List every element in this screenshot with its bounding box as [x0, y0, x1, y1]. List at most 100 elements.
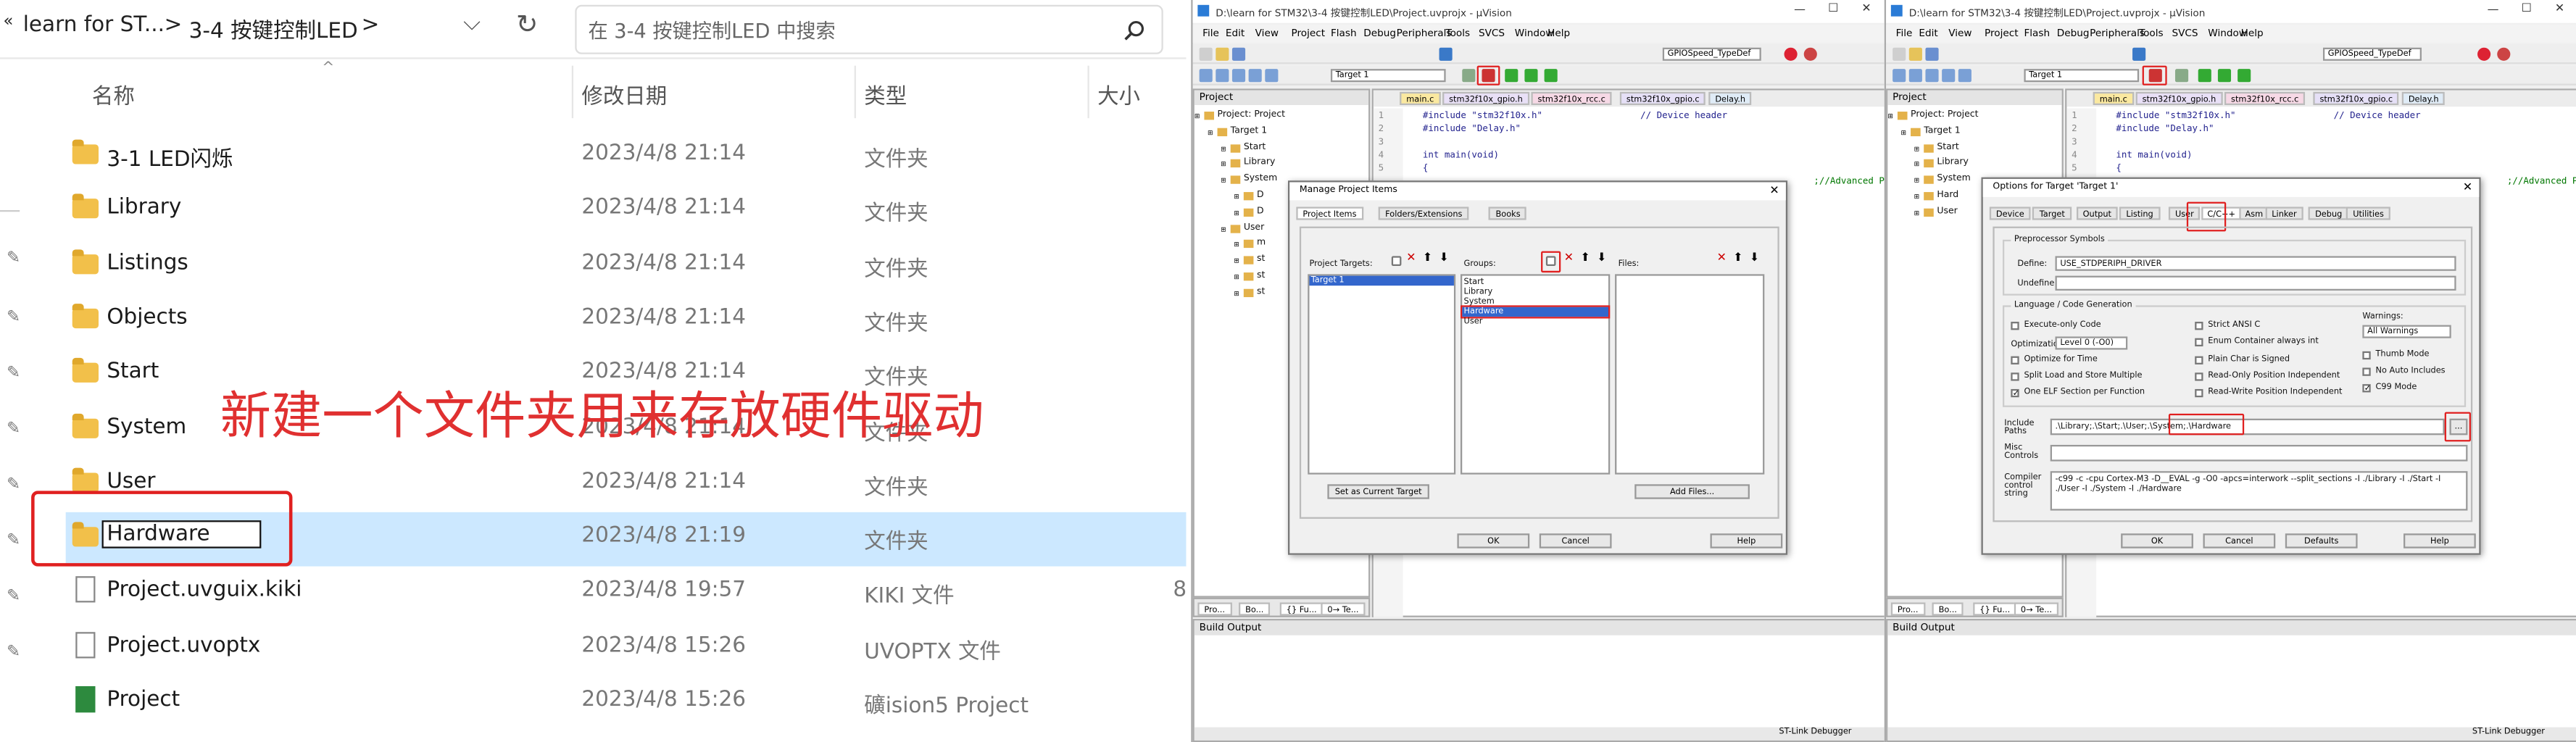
menu-item[interactable]: Peripherals: [1397, 28, 1452, 40]
move-down-icon[interactable]: ⬇: [1597, 251, 1606, 264]
delete-icon[interactable]: ✕: [1406, 251, 1416, 264]
files-list[interactable]: [1615, 274, 1765, 475]
menu-item[interactable]: Debug: [1363, 28, 1396, 40]
pane-tab[interactable]: Bo...: [1239, 602, 1271, 616]
undefine-input[interactable]: [2055, 275, 2456, 291]
move-up-icon[interactable]: ⬆: [1423, 251, 1432, 264]
select-packs-icon[interactable]: [1505, 69, 1518, 83]
checkbox[interactable]: [2011, 372, 2019, 381]
tree-item[interactable]: Library: [1937, 158, 1969, 168]
save-icon[interactable]: [1925, 47, 1939, 61]
expand-icon[interactable]: ⊞: [1221, 160, 1226, 168]
rte-icon[interactable]: [1544, 69, 1558, 83]
menu-item[interactable]: SVCS: [2172, 28, 2198, 40]
tree-item[interactable]: Start: [1937, 142, 1958, 152]
column-header-size[interactable]: 大小: [1097, 79, 1140, 110]
pin-icon[interactable]: ✎: [7, 643, 20, 662]
defaults-button[interactable]: Defaults: [2285, 533, 2358, 549]
open-file-icon[interactable]: [1908, 47, 1922, 61]
tree-item[interactable]: System: [1244, 175, 1278, 185]
tree-item[interactable]: Target 1: [1924, 126, 1960, 136]
checkbox[interactable]: [2195, 322, 2203, 330]
dialog-tab[interactable]: Device: [1989, 207, 2031, 220]
tree-item[interactable]: D: [1257, 191, 1264, 201]
dialog-tab[interactable]: Output: [2076, 207, 2119, 220]
menu-item[interactable]: View: [1255, 28, 1279, 40]
tree-item[interactable]: st: [1257, 271, 1265, 281]
pin-icon[interactable]: ✎: [7, 309, 20, 327]
column-divider[interactable]: [571, 65, 574, 119]
breakpoint-icon[interactable]: [1803, 47, 1817, 61]
optimization-select[interactable]: Level 0 (-O0): [2055, 336, 2128, 350]
set-current-target-button[interactable]: Set as Current Target: [1327, 484, 1429, 499]
list-item[interactable]: User: [1462, 317, 1608, 327]
menu-item[interactable]: Help: [2241, 28, 2264, 40]
pane-tab[interactable]: 0→ Te...: [2014, 602, 2059, 616]
list-item[interactable]: Hardware: [1461, 305, 1611, 319]
menu-item[interactable]: Project: [1985, 28, 2019, 40]
expand-icon[interactable]: ⊞: [1887, 112, 1893, 120]
target-options-icon[interactable]: [1462, 69, 1476, 83]
editor-tab[interactable]: stm32f10x_gpio.c: [2313, 91, 2400, 105]
expand-icon[interactable]: ⊞: [1234, 192, 1239, 200]
debug-icon[interactable]: [1784, 47, 1798, 61]
editor-tab[interactable]: stm32f10x_gpio.h: [2135, 91, 2223, 105]
checkbox[interactable]: ✓: [2011, 388, 2019, 398]
list-item[interactable]: Project.uvoptx 2023/4/8 15:26 UVOPTX 文件: [66, 622, 1187, 676]
breadcrumb-overflow[interactable]: «: [4, 13, 14, 31]
maximize-icon[interactable]: ☐: [2522, 1, 2532, 14]
groups-list[interactable]: Start Library System Hardware User: [1461, 274, 1611, 475]
delete-icon[interactable]: ✕: [1717, 251, 1727, 264]
tree-item[interactable]: m: [1257, 238, 1266, 249]
pin-icon[interactable]: ✎: [7, 588, 20, 606]
download-icon[interactable]: [1265, 69, 1279, 83]
tree-item[interactable]: System: [1937, 175, 1971, 185]
refresh-icon[interactable]: ↻: [516, 8, 538, 39]
expand-icon[interactable]: ⊞: [1221, 176, 1226, 184]
ok-button[interactable]: OK: [1457, 533, 1530, 549]
code-line[interactable]: #include "Delay.h": [1423, 125, 1521, 135]
breadcrumb-folder-current[interactable]: 3-4 按键控制LED: [189, 13, 358, 44]
tree-item[interactable]: D: [1257, 207, 1264, 217]
chevron-down-icon[interactable]: ⌵: [463, 10, 481, 36]
column-header-name[interactable]: 名称: [92, 79, 135, 110]
dialog-tab[interactable]: Books: [1489, 207, 1527, 220]
editor-tab[interactable]: main.c: [1400, 91, 1441, 105]
editor-tab[interactable]: stm32f10x_gpio.h: [1442, 91, 1529, 105]
pane-tab[interactable]: Bo...: [1932, 602, 1964, 616]
new-item-icon[interactable]: [1391, 256, 1402, 267]
maximize-icon[interactable]: ☐: [1828, 1, 1838, 14]
expand-icon[interactable]: ⊞: [1221, 143, 1226, 151]
editor-tab[interactable]: stm32f10x_gpio.c: [1619, 91, 1706, 105]
expand-icon[interactable]: ⊞: [1194, 112, 1200, 120]
menu-item[interactable]: Edit: [1226, 28, 1245, 40]
code-line[interactable]: {: [1423, 164, 1429, 175]
batch-build-icon[interactable]: [1942, 69, 1956, 83]
add-files-button[interactable]: Add Files...: [1634, 484, 1750, 499]
tree-item[interactable]: Project: Project: [1218, 110, 1285, 120]
list-item[interactable]: Library 2023/4/8 21:14 文件夹: [66, 184, 1187, 238]
search-icon[interactable]: [1123, 20, 1144, 41]
tree-item[interactable]: User: [1937, 207, 1957, 217]
checkbox[interactable]: [2195, 356, 2203, 364]
function-combo[interactable]: GPIOSpeed_TypeDef: [1662, 47, 1761, 61]
select-packs-icon[interactable]: [2198, 69, 2211, 83]
breadcrumb-folder-parent[interactable]: learn for ST...: [23, 13, 165, 38]
help-button[interactable]: Help: [2403, 533, 2476, 549]
bookmark-icon[interactable]: [1439, 47, 1453, 61]
expand-icon[interactable]: ⊞: [1234, 208, 1239, 216]
menu-item[interactable]: Edit: [1919, 28, 1937, 40]
list-item[interactable]: Listings 2023/4/8 21:14 文件夹: [66, 239, 1187, 293]
pane-tab[interactable]: {} Fu...: [1973, 602, 2017, 616]
list-item[interactable]: Objects 2023/4/8 21:14 文件夹: [66, 293, 1187, 348]
pane-tab[interactable]: {} Fu...: [1279, 602, 1324, 616]
tree-item[interactable]: st: [1257, 287, 1265, 297]
build-icon[interactable]: [1216, 69, 1229, 83]
expand-icon[interactable]: ⊞: [1914, 176, 1920, 184]
function-combo[interactable]: GPIOSpeed_TypeDef: [2322, 47, 2422, 61]
menu-item[interactable]: Tools: [2139, 28, 2164, 40]
download-icon[interactable]: [1958, 69, 1972, 83]
expand-icon[interactable]: ⊞: [1234, 257, 1239, 264]
column-header-type[interactable]: 类型: [864, 79, 907, 110]
editor-tab[interactable]: Delay.h: [2401, 91, 2446, 105]
